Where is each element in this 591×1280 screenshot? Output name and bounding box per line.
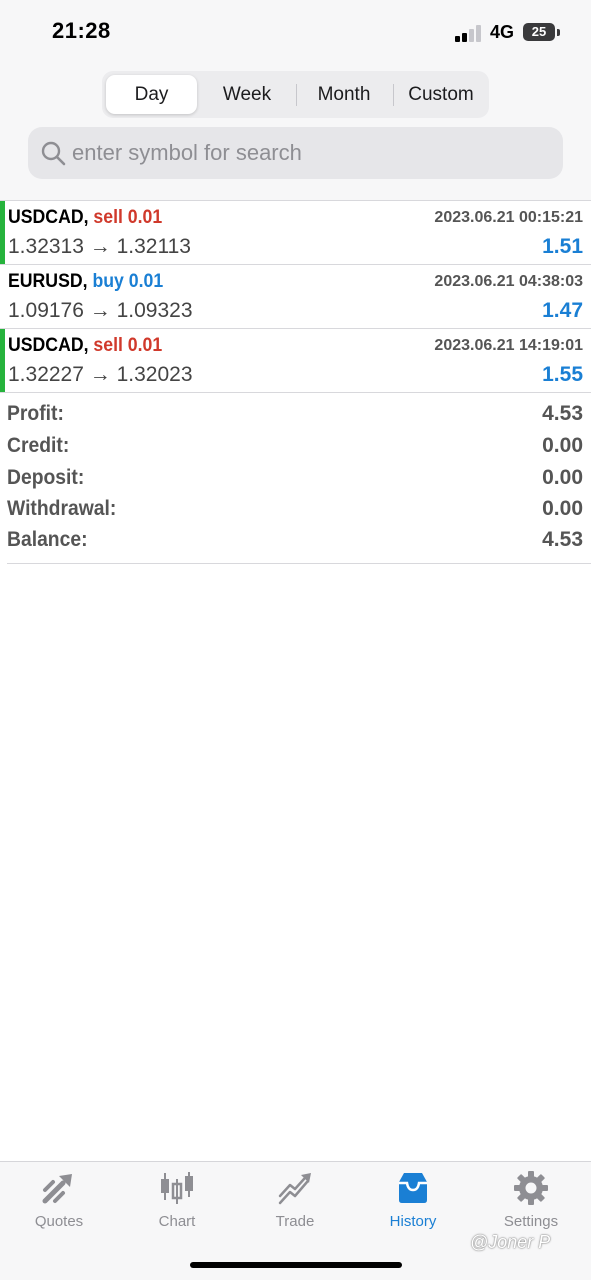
deal-prices: 1.32313 → 1.32113	[8, 235, 191, 259]
arrow-icon: →	[89, 299, 111, 322]
watermark: @Joner P	[470, 1232, 551, 1252]
deal-title: USDCAD, sell 0.01	[8, 335, 162, 357]
summary-label: Deposit:	[7, 466, 85, 489]
tab-quotes[interactable]: Quotes	[0, 1162, 118, 1242]
home-indicator[interactable]	[190, 1262, 402, 1268]
deal-symbol: USDCAD,	[8, 335, 89, 356]
summary-deposit: Deposit: 0.00	[7, 466, 583, 497]
search-bar[interactable]	[28, 127, 563, 179]
history-icon	[399, 1173, 427, 1203]
segment-divider	[393, 84, 394, 106]
tab-trade[interactable]: Trade	[236, 1162, 354, 1242]
deal-symbol: USDCAD,	[8, 207, 89, 228]
deal-profit: 1.51	[542, 235, 583, 258]
summary-value: 0.00	[542, 497, 583, 520]
deal-type: buy 0.01	[92, 271, 164, 292]
tab-label: History	[389, 1213, 437, 1230]
deal-type: sell 0.01	[93, 335, 163, 356]
tab-label: Settings	[503, 1213, 559, 1230]
deal-time: 2023.06.21 04:38:03	[434, 273, 583, 290]
deal-close-price: 1.32023	[116, 363, 193, 386]
gear-icon	[514, 1171, 548, 1205]
summary-label: Withdrawal:	[7, 497, 117, 520]
summary-value: 0.00	[542, 466, 583, 489]
search-icon	[41, 141, 66, 166]
tab-history[interactable]: History	[354, 1162, 472, 1242]
tab-label: Quotes	[34, 1213, 84, 1230]
summary-label: Credit:	[7, 434, 70, 457]
status-time: 21:28	[52, 18, 111, 43]
summary-value: 0.00	[542, 434, 583, 457]
summary-value: 4.53	[542, 528, 583, 551]
summary-credit: Credit: 0.00	[7, 434, 583, 465]
deal-indicator	[0, 329, 5, 393]
summary-balance: Balance: 4.53	[7, 528, 583, 559]
tab-settings[interactable]: Settings	[472, 1162, 590, 1242]
period-selector: Day Week Month Custom	[102, 71, 489, 118]
deal-indicator	[0, 201, 5, 265]
deal-prices: 1.32227 → 1.32023	[8, 363, 193, 387]
deal-title: USDCAD, sell 0.01	[8, 207, 162, 229]
tab-chart[interactable]: Chart	[118, 1162, 236, 1242]
arrow-icon: →	[89, 235, 111, 258]
quotes-icon	[42, 1174, 72, 1204]
deal-row[interactable]: USDCAD, sell 0.01 2023.06.21 14:19:01 1.…	[0, 328, 591, 393]
battery-tip	[557, 29, 560, 36]
deal-close-price: 1.32113	[116, 235, 191, 258]
deal-time: 2023.06.21 00:15:21	[434, 209, 583, 226]
summary-label: Balance:	[7, 528, 88, 551]
deal-row[interactable]: USDCAD, sell 0.01 2023.06.21 00:15:21 1.…	[0, 200, 591, 265]
tab-custom[interactable]: Custom	[395, 75, 487, 114]
deal-profit: 1.47	[542, 299, 583, 322]
deal-prices: 1.09176 → 1.09323	[8, 299, 193, 323]
deal-open-price: 1.32227	[8, 363, 84, 386]
summary-profit: Profit: 4.53	[7, 402, 583, 433]
divider	[0, 392, 591, 393]
signal-icon	[455, 24, 483, 42]
tab-label: Chart	[158, 1213, 196, 1230]
tab-day[interactable]: Day	[106, 75, 197, 114]
search-input[interactable]	[72, 127, 552, 179]
deal-open-price: 1.09176	[8, 299, 84, 322]
deal-row[interactable]: EURUSD, buy 0.01 2023.06.21 04:38:03 1.0…	[0, 264, 591, 328]
network-label: 4G	[490, 22, 515, 42]
summary-withdrawal: Withdrawal: 0.00	[7, 497, 583, 528]
tab-week[interactable]: Week	[201, 75, 293, 114]
deal-time: 2023.06.21 14:19:01	[434, 337, 583, 354]
deal-symbol: EURUSD,	[8, 271, 88, 292]
trade-icon	[278, 1173, 311, 1205]
deal-close-price: 1.09323	[116, 299, 193, 322]
deal-title: EURUSD, buy 0.01	[8, 271, 163, 293]
chart-icon	[161, 1172, 193, 1204]
summary-label: Profit:	[7, 402, 64, 425]
tab-label: Trade	[275, 1213, 315, 1230]
tab-month[interactable]: Month	[298, 75, 390, 114]
deal-open-price: 1.32313	[8, 235, 84, 258]
battery-icon: 25	[523, 23, 555, 41]
battery-level: 25	[531, 24, 547, 39]
deal-profit: 1.55	[542, 363, 583, 386]
summary-value: 4.53	[542, 402, 583, 425]
deal-type: sell 0.01	[93, 207, 163, 228]
divider	[7, 563, 591, 564]
segment-divider	[296, 84, 297, 106]
arrow-icon: →	[89, 363, 111, 386]
